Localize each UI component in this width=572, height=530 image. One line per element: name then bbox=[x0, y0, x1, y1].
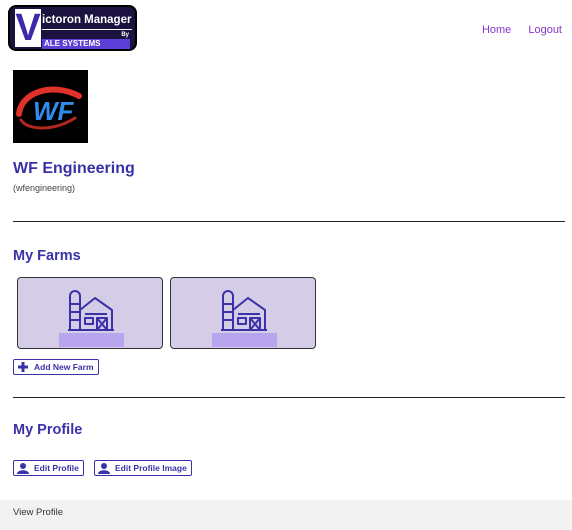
app-logo[interactable]: V ictoron Manager By ALE SYSTEMS bbox=[8, 5, 137, 51]
edit-profile-label: Edit Profile bbox=[34, 463, 79, 473]
farms-section-title: My Farms bbox=[13, 248, 81, 264]
section-divider bbox=[13, 397, 565, 398]
logo-top-text: ictoron Manager bbox=[42, 14, 132, 26]
plus-icon bbox=[16, 361, 30, 373]
farm-card[interactable] bbox=[170, 277, 316, 349]
logo-initial: V bbox=[15, 7, 41, 49]
farm-name-label bbox=[212, 333, 277, 347]
company-logo: WF bbox=[13, 70, 88, 143]
edit-profile-image-label: Edit Profile Image bbox=[115, 463, 187, 473]
company-name: WF Engineering bbox=[13, 160, 135, 177]
add-farm-button[interactable]: Add New Farm bbox=[13, 359, 99, 375]
farm-name-label bbox=[59, 333, 124, 347]
logo-bottom-text: ALE SYSTEMS bbox=[42, 39, 130, 49]
edit-profile-button[interactable]: Edit Profile bbox=[13, 460, 84, 476]
view-profile-label: View Profile bbox=[13, 507, 63, 518]
logo-by-text: By bbox=[121, 32, 129, 38]
edit-profile-image-button[interactable]: Edit Profile Image bbox=[94, 460, 192, 476]
barn-icon bbox=[221, 290, 267, 331]
nav-home-link[interactable]: Home bbox=[482, 24, 511, 36]
top-nav: Home Logout bbox=[468, 24, 562, 36]
nav-logout-link[interactable]: Logout bbox=[528, 24, 562, 36]
logo-divider bbox=[42, 29, 132, 30]
company-logo-text: WF bbox=[33, 96, 75, 126]
user-icon bbox=[97, 462, 111, 474]
section-divider bbox=[13, 221, 565, 222]
farm-card[interactable] bbox=[17, 277, 163, 349]
profile-section-title: My Profile bbox=[13, 422, 83, 438]
add-farm-label: Add New Farm bbox=[34, 362, 94, 372]
view-profile-bar[interactable]: View Profile bbox=[0, 500, 572, 530]
user-icon bbox=[16, 462, 30, 474]
barn-icon bbox=[68, 290, 114, 331]
company-handle: (wfengineering) bbox=[13, 183, 76, 193]
